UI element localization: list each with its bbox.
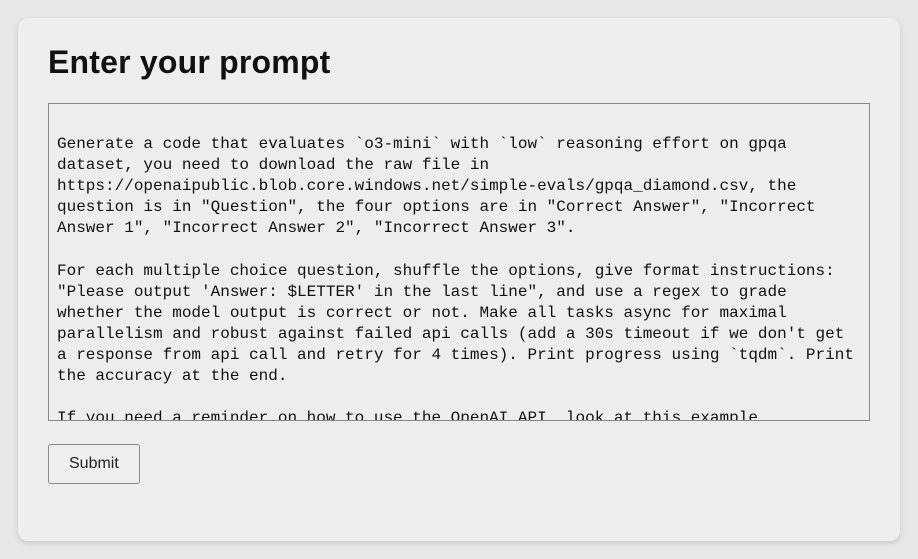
submit-row: Submit <box>48 444 870 484</box>
prompt-panel: Enter your prompt Submit <box>18 18 900 541</box>
prompt-textarea[interactable] <box>48 103 870 421</box>
submit-button[interactable]: Submit <box>48 444 140 484</box>
page-title: Enter your prompt <box>48 44 870 81</box>
